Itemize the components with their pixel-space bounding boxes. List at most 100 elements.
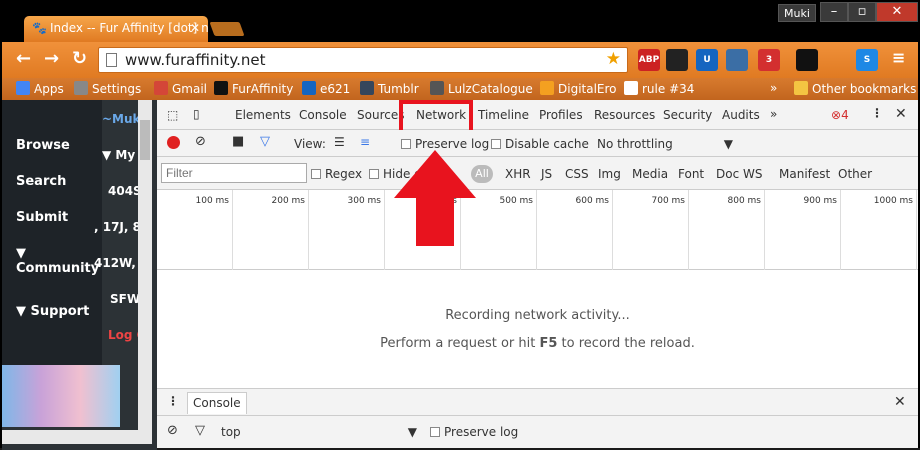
forward-icon[interactable]: → [44,48,59,69]
back-icon[interactable]: ← [16,48,31,69]
browser-tab[interactable]: 🐾 Index -- Fur Affinity [dot] n ✕ [24,16,208,42]
filter-type-xhr[interactable]: XHR [505,167,531,181]
filter-type-img[interactable]: Img [598,167,621,181]
bookmark-label: DigitalEro [558,82,617,96]
more-tabs-icon[interactable]: » [770,107,777,121]
tab-sources[interactable]: Sources [357,108,404,122]
network-toolbar: ⊘ ■ ▽ View: ☰ ≡ Preserve log Disable cac… [157,130,918,157]
site-nav-item[interactable]: ▼ Community [16,246,99,276]
throttling-select[interactable]: No throttling ▼ [597,137,733,151]
console-preserve-log-label: Preserve log [444,425,519,439]
error-count[interactable]: ⊗4 [831,108,849,122]
filter-type-other[interactable]: Other [838,167,872,181]
camera-icon[interactable]: ■ [232,134,244,149]
filter-type-css[interactable]: CSS [565,167,589,181]
chevron-down-icon: ▼ [723,137,733,151]
drawer-menu-icon[interactable]: ⋮ [167,394,179,408]
reload-hint-suffix: to record the reload. [557,336,695,351]
page-horizontal-scrollbar[interactable] [2,430,152,444]
throttling-value: No throttling [597,137,673,151]
ext-dark-icon[interactable] [666,49,688,71]
tab-timeline[interactable]: Timeline [478,108,529,122]
close-devtools-icon[interactable]: ✕ [895,106,907,122]
abp-icon[interactable]: ABP [638,49,660,71]
ext-u-icon[interactable]: U [696,49,718,71]
user-profile-button[interactable]: Muki [778,4,816,22]
close-window-icon[interactable]: ✕ [876,2,918,22]
close-tab-icon[interactable]: ✕ [190,21,200,35]
close-drawer-icon[interactable]: ✕ [894,394,906,410]
bookmark-gmail[interactable]: Gmail [154,81,207,96]
regex-checkbox[interactable]: Regex [311,167,362,181]
ext-badge-icon[interactable]: 3 [758,49,780,71]
filter-type-doc[interactable]: Doc [716,167,739,181]
minimize-icon[interactable]: – [820,2,848,22]
bookmark-digitalero[interactable]: DigitalEro [540,81,617,96]
device-mode-icon[interactable]: ▯ [193,107,200,121]
console-preserve-log-checkbox[interactable]: Preserve log [430,425,518,439]
regex-label: Regex [325,167,363,181]
bookmark-furaffinity[interactable]: FurAffinity [214,81,293,96]
filter-type-manifest[interactable]: Manifest [779,167,830,181]
paw-icon[interactable] [796,49,818,71]
tab-console[interactable]: Console [299,108,347,122]
disable-cache-checkbox[interactable]: Disable cache [491,137,589,151]
bookmark-e621[interactable]: e621 [302,81,350,96]
devtools-panel: ⬚ ▯ Elements Console Sources Network Timelin… [157,100,918,448]
page-vertical-scrollbar[interactable] [138,100,152,435]
other-bookmarks[interactable]: Other bookmarks [794,81,916,96]
site-nav-item[interactable]: Browse [16,138,70,153]
filter-type-ws[interactable]: WS [743,167,762,181]
context-value: top [221,425,241,439]
new-tab-button[interactable] [209,22,245,36]
reload-icon[interactable]: ↻ [72,48,87,69]
context-select[interactable]: top ▼ [221,425,417,439]
tab-elements[interactable]: Elements [235,108,291,122]
bookmark-label: Gmail [172,82,208,96]
disable-cache-label: Disable cache [505,137,589,151]
overview-icon[interactable]: ≡ [360,135,370,149]
filter-type-font[interactable]: Font [678,167,704,181]
filter-icon[interactable]: ▽ [260,134,270,149]
maximize-icon[interactable]: ▫ [848,2,876,22]
network-timeline: 100 ms200 ms300 ms400 ms500 ms600 ms700 … [157,190,918,270]
timeline-tick: 100 ms [157,190,233,270]
timeline-tick: 600 ms [537,190,613,270]
tab-security[interactable]: Security [663,108,712,122]
site-nav-item[interactable]: Submit [16,210,68,225]
chrome-menu-icon[interactable]: ≡ [892,48,905,67]
bookmark-label: Apps [34,82,64,96]
clear-icon[interactable]: ⊘ [195,134,206,149]
ext-s-icon[interactable]: S [856,49,878,71]
inspect-element-icon[interactable]: ⬚ [167,108,178,122]
filter-type-media[interactable]: Media [632,167,668,181]
bookmark-lulzcatalogue[interactable]: LulzCatalogue [430,81,533,96]
clear-console-icon[interactable]: ⊘ [167,423,178,438]
tab-resources[interactable]: Resources [594,108,655,122]
error-count-value: 4 [841,108,849,122]
bookmark-label: LulzCatalogue [448,82,533,96]
timeline-tick: 1000 ms [841,190,917,270]
bookmark-star-icon[interactable]: ★ [606,49,621,69]
bookmark-tumblr[interactable]: Tumblr [360,81,419,96]
devtools-menu-icon[interactable]: ⋮ [871,106,883,120]
filter-type-js[interactable]: JS [541,167,552,181]
bookmark-rule-34[interactable]: rule #34 [624,81,694,96]
recording-message: Recording network activity... [445,308,630,323]
tab-audits[interactable]: Audits [722,108,760,122]
record-icon[interactable] [167,136,180,149]
bookmarks-overflow-icon[interactable]: » [770,81,777,95]
bookmark-settings[interactable]: Settings [74,81,141,96]
console-filter-icon[interactable]: ▽ [195,423,205,438]
preserve-log-checkbox[interactable]: Preserve log [401,137,489,151]
address-bar[interactable]: www.furaffinity.net ★ [98,47,628,73]
console-drawer-tab[interactable]: Console [187,392,247,414]
large-rows-icon[interactable]: ☰ [334,135,345,149]
site-nav-item[interactable]: Search [16,174,66,189]
site-nav-item[interactable]: ▼ Support [16,304,89,319]
bookmark-apps[interactable]: Apps [16,81,64,96]
filter-input[interactable] [161,163,307,183]
browser-window: 🐾 Index -- Fur Affinity [dot] n ✕ Muki – … [0,0,920,450]
tab-profiles[interactable]: Profiles [539,108,583,122]
ext-globe-icon[interactable] [726,49,748,71]
